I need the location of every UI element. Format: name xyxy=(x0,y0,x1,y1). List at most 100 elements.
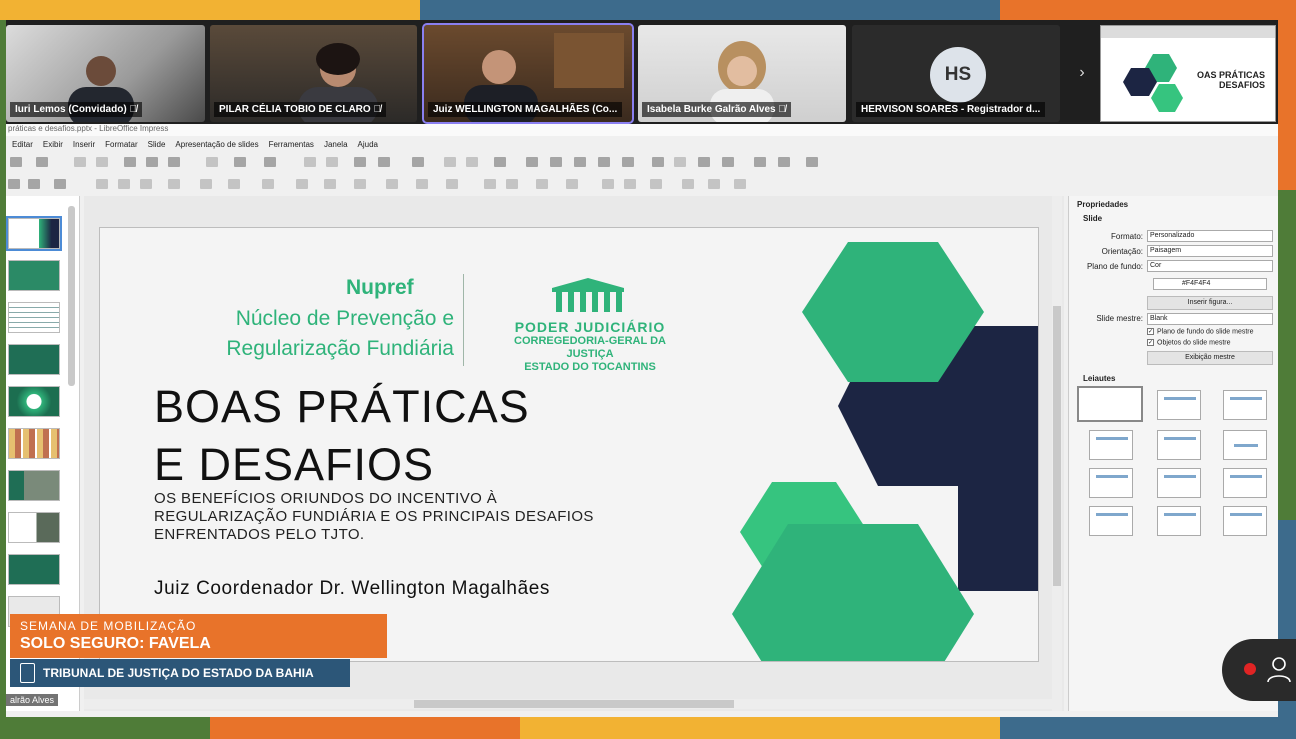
section-slide-header[interactable]: Slide xyxy=(1083,214,1102,223)
new-slide-icon[interactable] xyxy=(754,157,766,167)
print-icon[interactable] xyxy=(96,157,108,167)
plano-mestre-checkbox[interactable]: ✓ Plano de fundo do slide mestre xyxy=(1147,328,1254,335)
curve-icon[interactable] xyxy=(200,179,212,189)
menu-ferramentas[interactable]: Ferramentas xyxy=(269,140,314,149)
participant-tile[interactable]: Isabela Burke Galrão Alves 🎙̸ xyxy=(638,25,846,122)
slide-mestre-select[interactable]: Blank xyxy=(1147,313,1273,325)
start-presentation-icon[interactable] xyxy=(444,157,456,167)
presenter-name[interactable]: Juiz Coordenador Dr. Wellington Magalhãe… xyxy=(154,578,550,600)
crop-icon[interactable] xyxy=(624,179,636,189)
select-icon[interactable] xyxy=(8,179,20,189)
clone-format-icon[interactable] xyxy=(206,157,218,167)
glue-points-icon[interactable] xyxy=(708,179,720,189)
shared-screen-thumbnail[interactable]: OAS PRÁTICAS DESAFIOS xyxy=(1100,25,1276,122)
callouts-icon[interactable] xyxy=(386,179,398,189)
slide-thumbnail[interactable] xyxy=(6,216,62,251)
media-icon[interactable] xyxy=(550,157,562,167)
rotate-icon[interactable] xyxy=(484,179,496,189)
hyperlink-icon[interactable] xyxy=(674,157,686,167)
slide-subtitle[interactable]: OS BENEFÍCIOS ORIUNDOS DO INCENTIVO À REG… xyxy=(154,490,714,544)
layout-title-content-2content[interactable] xyxy=(1157,468,1201,498)
plano-select[interactable]: Cor xyxy=(1147,260,1273,272)
menu-editar[interactable]: Editar xyxy=(12,140,33,149)
save-icon[interactable] xyxy=(36,157,48,167)
points-icon[interactable] xyxy=(682,179,694,189)
start-current-icon[interactable] xyxy=(466,157,478,167)
display-grid-icon[interactable] xyxy=(354,157,366,167)
edit-horizontal-scrollbar[interactable] xyxy=(84,699,1052,709)
color-select[interactable]: #F4F4F4 xyxy=(1153,278,1267,290)
slide-thumbnail[interactable] xyxy=(8,512,60,543)
exibicao-mestre-button[interactable]: Exibição mestre xyxy=(1147,351,1273,365)
fontwork-icon[interactable] xyxy=(652,157,664,167)
slide-thumbnail[interactable] xyxy=(8,344,60,375)
layout-title-content-over[interactable] xyxy=(1089,506,1133,536)
slide-thumbnail[interactable] xyxy=(8,386,60,417)
layout-blank[interactable] xyxy=(1077,386,1143,422)
participant-tile-active[interactable]: Juiz WELLINGTON MAGALHÃES (Co... xyxy=(422,23,634,124)
slide-title[interactable]: BOAS PRÁTICAS E DESAFIOS xyxy=(154,378,530,494)
connector-icon[interactable] xyxy=(228,179,240,189)
flowchart-icon[interactable] xyxy=(354,179,366,189)
table-icon[interactable] xyxy=(494,157,506,167)
orientacao-select[interactable]: Paisagem xyxy=(1147,245,1273,257)
shadow-icon[interactable] xyxy=(602,179,614,189)
filter-icon[interactable] xyxy=(650,179,662,189)
ellipse-icon[interactable] xyxy=(140,179,152,189)
slide-canvas[interactable]: Nupref Núcleo de Prevenção e Regularizaçã… xyxy=(100,228,1038,661)
redo-icon[interactable] xyxy=(264,157,276,167)
arrow-icon[interactable] xyxy=(168,179,180,189)
spelling-icon[interactable] xyxy=(326,157,338,167)
export-pdf-icon[interactable] xyxy=(74,157,86,167)
paste-icon[interactable] xyxy=(168,157,180,167)
participant-tile[interactable]: PILAR CÉLIA TOBIO DE CLARO 🎙̸ xyxy=(210,25,417,122)
stars-icon[interactable] xyxy=(416,179,428,189)
align-icon[interactable] xyxy=(506,179,518,189)
line-icon[interactable] xyxy=(96,179,108,189)
symbol-shapes-icon[interactable] xyxy=(296,179,308,189)
distribute-icon[interactable] xyxy=(566,179,578,189)
slide-thumbnail[interactable] xyxy=(8,302,60,333)
slide-thumbnail[interactable] xyxy=(8,470,60,501)
find-icon[interactable] xyxy=(304,157,316,167)
layout-title-2content-over[interactable] xyxy=(1223,468,1267,498)
menu-ajuda[interactable]: Ajuda xyxy=(358,140,378,149)
basic-shapes-icon[interactable] xyxy=(262,179,274,189)
participant-tile[interactable]: Iuri Lemos (Convidado) 🎙̸ xyxy=(6,25,205,122)
duplicate-slide-icon[interactable] xyxy=(778,157,790,167)
undo-icon[interactable] xyxy=(234,157,246,167)
chevron-right-icon[interactable]: › xyxy=(1072,60,1092,86)
formato-select[interactable]: Personalizado xyxy=(1147,230,1273,242)
menu-slide[interactable]: Slide xyxy=(148,140,166,149)
slide-pane-scrollbar[interactable] xyxy=(68,206,75,386)
text-icon[interactable] xyxy=(54,179,66,189)
section-layouts-header[interactable]: Leiautes xyxy=(1083,374,1115,383)
objetos-mestre-checkbox[interactable]: ✓ Objetos do slide mestre xyxy=(1147,339,1231,346)
layout-title-4content[interactable] xyxy=(1157,506,1201,536)
slide-layout-icon[interactable] xyxy=(806,157,818,167)
copy-icon[interactable] xyxy=(146,157,158,167)
slide-thumbnail[interactable] xyxy=(8,260,60,291)
menu-formatar[interactable]: Formatar xyxy=(105,140,137,149)
menu-janela[interactable]: Janela xyxy=(324,140,348,149)
textbox-icon[interactable] xyxy=(598,157,610,167)
comment-icon[interactable] xyxy=(698,157,710,167)
view-icon[interactable] xyxy=(378,157,390,167)
rectangle-icon[interactable] xyxy=(118,179,130,189)
menu-inserir[interactable]: Inserir xyxy=(73,140,95,149)
arrange-icon[interactable] xyxy=(536,179,548,189)
cut-icon[interactable] xyxy=(124,157,136,167)
master-slide-icon[interactable] xyxy=(412,157,424,167)
layout-title-2content[interactable] xyxy=(1089,430,1133,460)
3d-objects-icon[interactable] xyxy=(446,179,458,189)
image-icon[interactable] xyxy=(526,157,538,167)
layout-centered-text[interactable] xyxy=(1223,430,1267,460)
menu-exibir[interactable]: Exibir xyxy=(43,140,63,149)
inserir-figura-button[interactable]: Inserir figura... xyxy=(1147,296,1273,310)
layout-title-6content[interactable] xyxy=(1223,506,1267,536)
chart-icon[interactable] xyxy=(574,157,586,167)
zoom-icon[interactable] xyxy=(28,179,40,189)
layout-title-2content-content[interactable] xyxy=(1089,468,1133,498)
menu-apresentacao[interactable]: Apresentação de slides xyxy=(175,140,258,149)
recording-indicator[interactable] xyxy=(1222,639,1296,701)
